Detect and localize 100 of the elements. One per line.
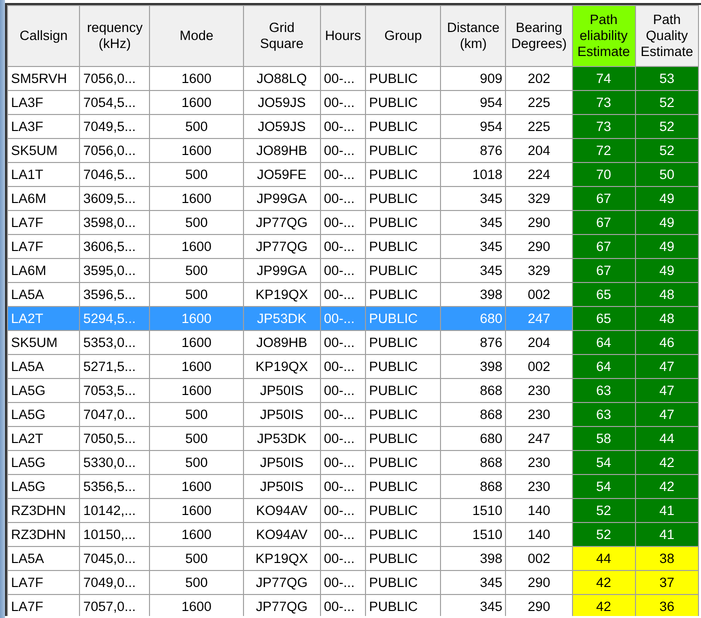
table-cell: 00-... bbox=[320, 90, 366, 114]
table-cell: 1510 bbox=[440, 498, 506, 522]
table-cell: 52 bbox=[635, 90, 698, 114]
table-cell: PUBLIC bbox=[366, 306, 441, 330]
table-cell: 00-... bbox=[320, 114, 366, 138]
table-cell: 47 bbox=[635, 402, 698, 426]
table-cell: 00-... bbox=[320, 210, 366, 234]
table-cell: 65 bbox=[572, 306, 636, 330]
table-cell: 876 bbox=[440, 330, 506, 354]
table-cell: 868 bbox=[440, 450, 506, 474]
table-cell: 1600 bbox=[150, 66, 244, 90]
table-cell: PUBLIC bbox=[366, 426, 441, 450]
table-cell: 67 bbox=[572, 258, 636, 282]
table-cell: 46 bbox=[635, 330, 698, 354]
table-cell: 00-... bbox=[320, 498, 366, 522]
table-cell: JP50IS bbox=[243, 474, 320, 498]
table-cell: 50 bbox=[635, 162, 698, 186]
table-cell: 5353,0... bbox=[80, 330, 150, 354]
table-cell: 42 bbox=[635, 450, 698, 474]
table-cell: 00-... bbox=[320, 162, 366, 186]
table-cell: JP77QG bbox=[243, 210, 320, 234]
table-cell: LA7F bbox=[8, 570, 80, 594]
table-cell: PUBLIC bbox=[366, 186, 441, 210]
column-header[interactable]: Path Quality Estimate bbox=[635, 6, 698, 66]
table-cell: 10142,... bbox=[80, 498, 150, 522]
table-cell: 49 bbox=[635, 234, 698, 258]
column-header[interactable]: requency (kHz) bbox=[80, 6, 150, 66]
table-cell: 7049,5... bbox=[80, 114, 150, 138]
table-cell: 500 bbox=[150, 114, 244, 138]
table-cell: 52 bbox=[635, 114, 698, 138]
table-cell: PUBLIC bbox=[366, 330, 441, 354]
table-cell: 7046,5... bbox=[80, 162, 150, 186]
table-cell: JP99GA bbox=[243, 186, 320, 210]
column-header[interactable]: Hours bbox=[320, 6, 366, 66]
table-cell: 868 bbox=[440, 378, 506, 402]
table-cell: 49 bbox=[635, 210, 698, 234]
column-header[interactable]: Group bbox=[366, 6, 441, 66]
table-cell: PUBLIC bbox=[366, 210, 441, 234]
table-cell: PUBLIC bbox=[366, 474, 441, 498]
table-cell: 49 bbox=[635, 258, 698, 282]
table-cell: 329 bbox=[506, 258, 572, 282]
table-cell: 53 bbox=[635, 66, 698, 90]
column-header[interactable]: Bearing Degrees) bbox=[506, 6, 572, 66]
table-cell: PUBLIC bbox=[366, 66, 441, 90]
table-cell: 500 bbox=[150, 450, 244, 474]
table-cell: 1600 bbox=[150, 474, 244, 498]
table-cell: JP77QG bbox=[243, 570, 320, 594]
column-header[interactable]: Mode bbox=[150, 6, 244, 66]
table-cell: 909 bbox=[440, 66, 506, 90]
table-cell: KO94AV bbox=[243, 522, 320, 546]
table-cell: 247 bbox=[506, 426, 572, 450]
table-cell: 140 bbox=[506, 498, 572, 522]
column-header[interactable]: Grid Square bbox=[243, 6, 320, 66]
table-cell: 225 bbox=[506, 114, 572, 138]
table-cell: 52 bbox=[635, 138, 698, 162]
table-cell: 52 bbox=[572, 498, 636, 522]
column-header[interactable]: Path eliability Estimate bbox=[572, 6, 636, 66]
table-cell: JP53DK bbox=[243, 426, 320, 450]
table-cell: LA7F bbox=[8, 234, 80, 258]
table-cell: 398 bbox=[440, 354, 506, 378]
table-cell: 00-... bbox=[320, 570, 366, 594]
table-cell: LA7F bbox=[8, 210, 80, 234]
table-cell: 37 bbox=[635, 570, 698, 594]
column-header[interactable]: Callsign bbox=[8, 6, 80, 66]
table-cell: 54 bbox=[572, 450, 636, 474]
table-cell: JO59JS bbox=[243, 114, 320, 138]
table-cell: 5356,5... bbox=[80, 474, 150, 498]
table-cell: LA6M bbox=[8, 258, 80, 282]
table-cell: 868 bbox=[440, 402, 506, 426]
table-cell: 140 bbox=[506, 522, 572, 546]
table-cell: PUBLIC bbox=[366, 114, 441, 138]
table-cell: JP50IS bbox=[243, 402, 320, 426]
table-cell: RZ3DHN bbox=[8, 498, 80, 522]
table-cell: 876 bbox=[440, 138, 506, 162]
table-cell: 67 bbox=[572, 210, 636, 234]
table-cell: 00-... bbox=[320, 402, 366, 426]
table-cell: LA1T bbox=[8, 162, 80, 186]
column-header[interactable]: Distance (km) bbox=[440, 6, 506, 66]
table-cell: 00-... bbox=[320, 474, 366, 498]
table-cell: 7054,5... bbox=[80, 90, 150, 114]
table-cell: PUBLIC bbox=[366, 570, 441, 594]
table-cell: JP53DK bbox=[243, 306, 320, 330]
table-cell: JP77QG bbox=[243, 234, 320, 258]
table-cell: 63 bbox=[572, 402, 636, 426]
table-cell: 1600 bbox=[150, 90, 244, 114]
table-cell: LA5G bbox=[8, 378, 80, 402]
table-cell: 204 bbox=[506, 138, 572, 162]
table-cell: 954 bbox=[440, 90, 506, 114]
table-cell: 72 bbox=[572, 138, 636, 162]
table-cell: PUBLIC bbox=[366, 450, 441, 474]
table-cell: PUBLIC bbox=[366, 138, 441, 162]
table-cell: 5330,0... bbox=[80, 450, 150, 474]
table-cell: 67 bbox=[572, 186, 636, 210]
table-cell: LA5A bbox=[8, 546, 80, 570]
table-cell: JO59JS bbox=[243, 90, 320, 114]
table-cell: 00-... bbox=[320, 234, 366, 258]
table-cell: 44 bbox=[572, 546, 636, 570]
table-cell: 1600 bbox=[150, 234, 244, 258]
table-cell: 1510 bbox=[440, 522, 506, 546]
table-cell: 3609,5... bbox=[80, 186, 150, 210]
